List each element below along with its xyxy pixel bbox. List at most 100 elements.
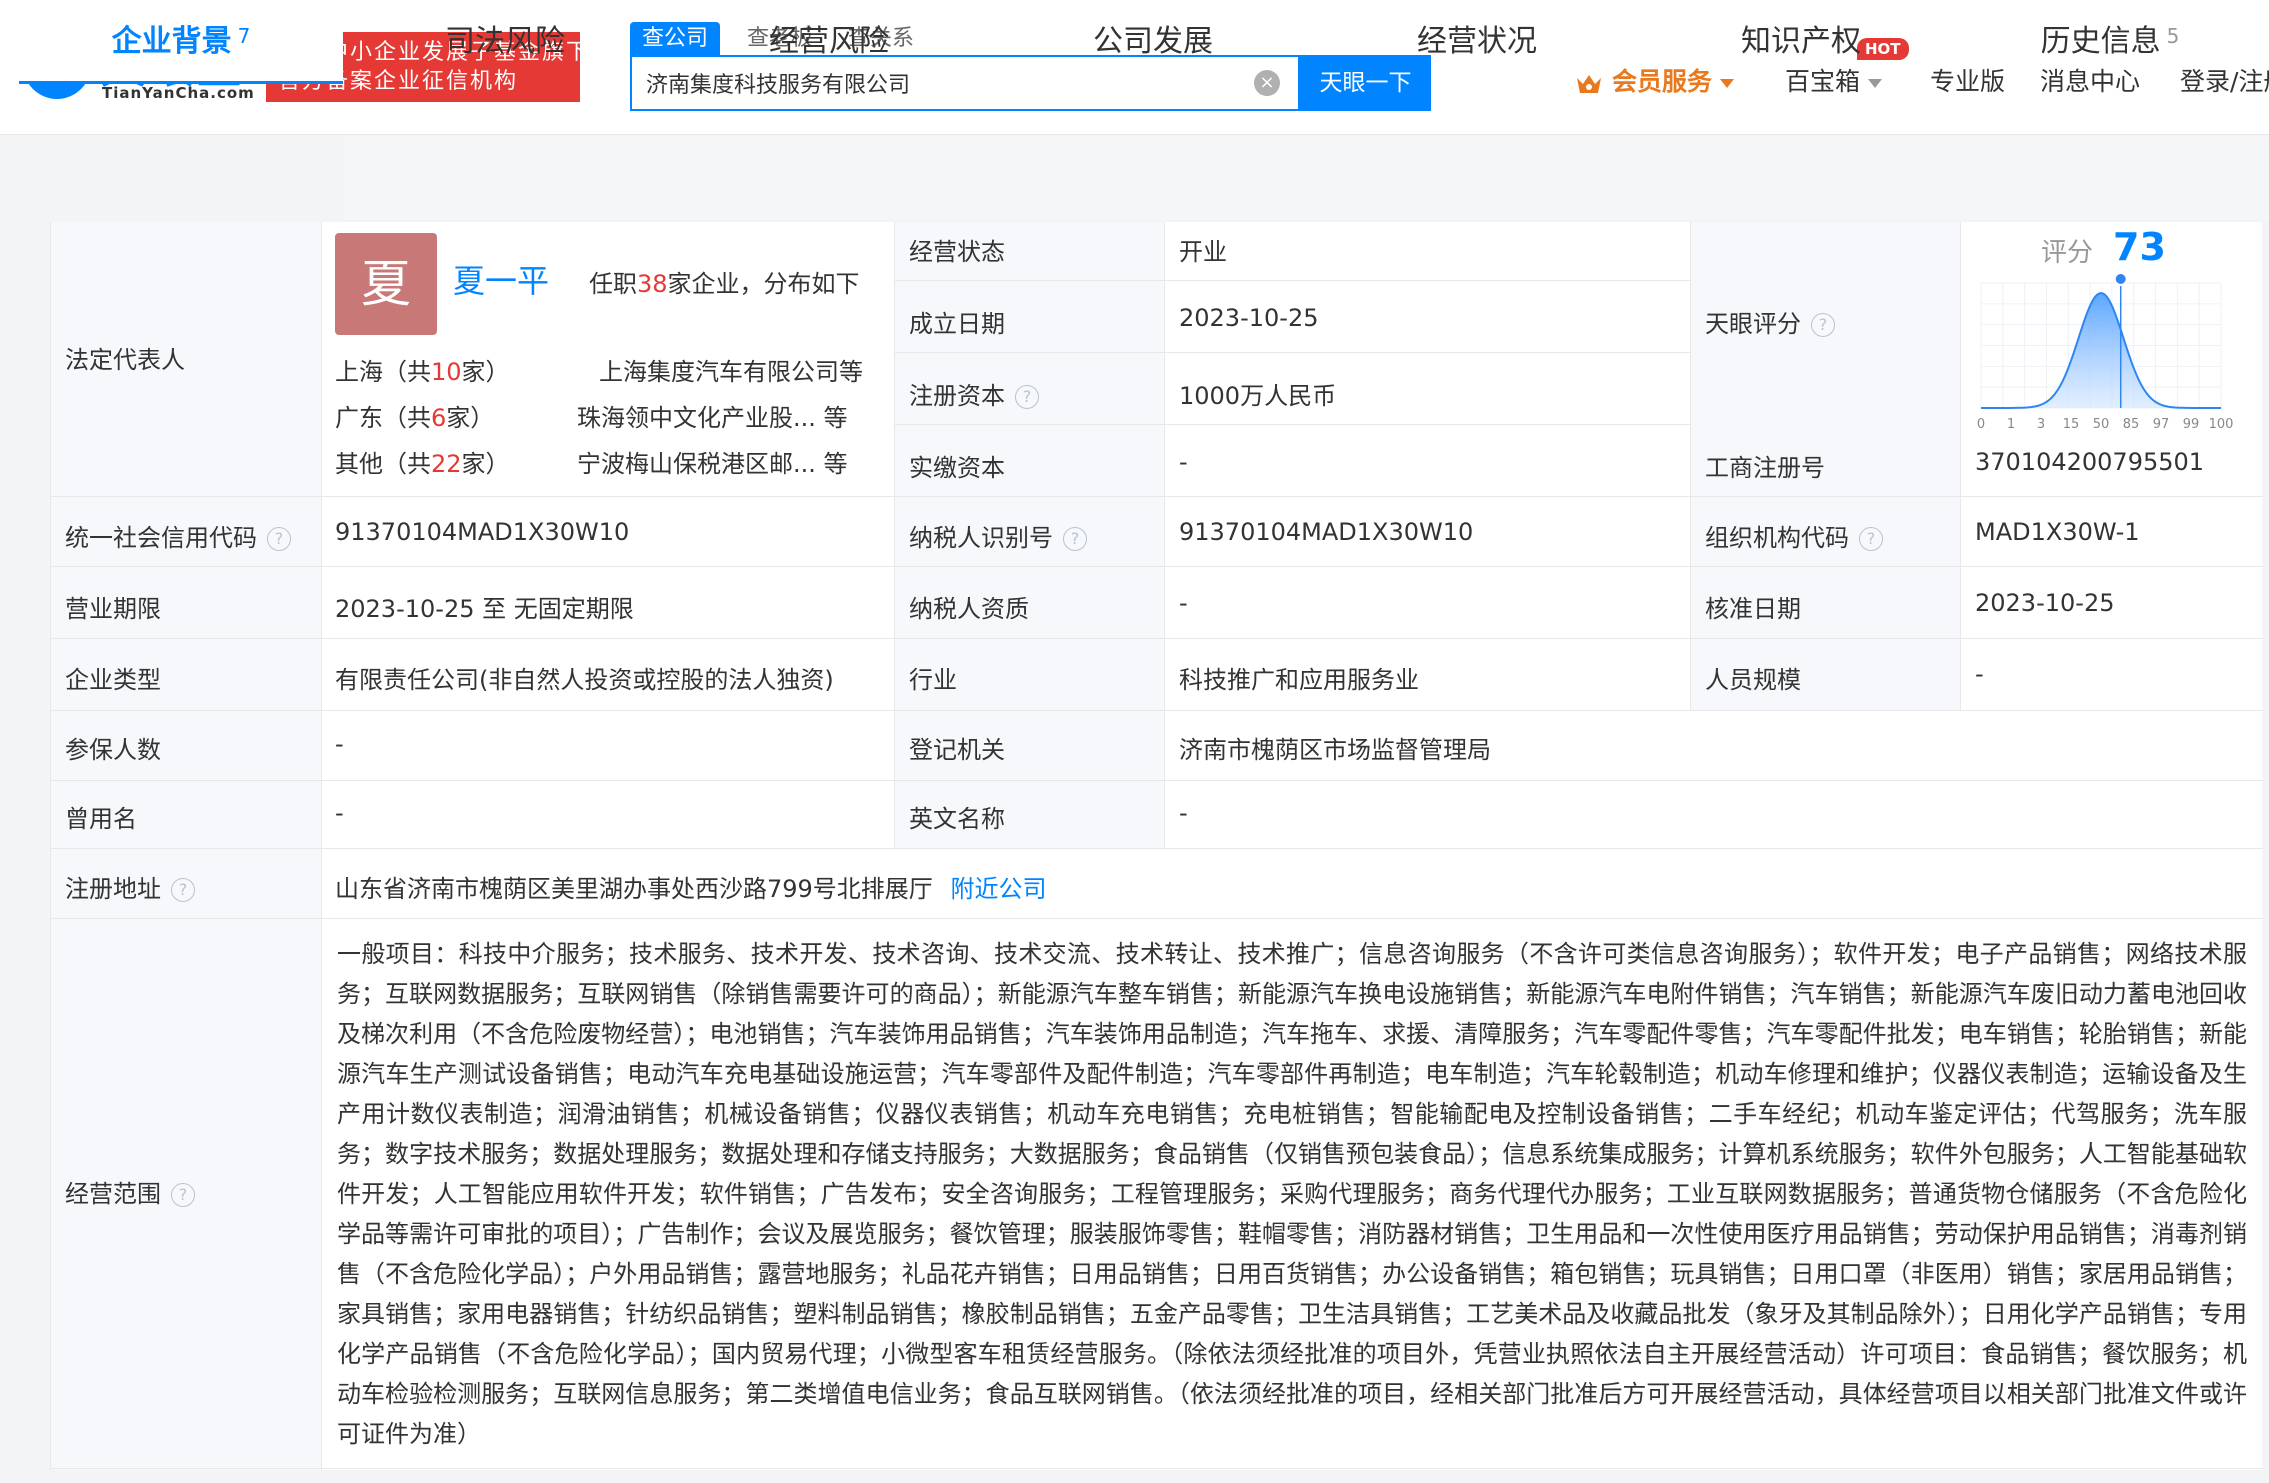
region-shanghai-company[interactable]: 上海集度汽车有限公司等 — [599, 352, 863, 387]
region-other[interactable]: 其他（共22家） — [335, 444, 510, 479]
score-label-text: 天眼评分 — [1705, 310, 1801, 338]
taxpayer-qual-label: 纳税人资质 — [909, 595, 1029, 623]
x-tick-label: 0 — [1977, 417, 1985, 432]
scope-label: 经营范围? — [65, 1174, 195, 1209]
tab-label: 经营风险 — [769, 24, 889, 59]
region-prefix: 上海（共 — [335, 358, 431, 386]
col-divider — [1164, 222, 1165, 848]
help-icon[interactable]: ? — [1015, 385, 1039, 409]
tab-label: 企业背景 — [111, 24, 232, 59]
tab-company-development[interactable]: 公司发展 — [991, 0, 1315, 84]
address-label-text: 注册地址 — [65, 875, 161, 903]
company-info-table: 法定代表人 夏 夏一平 任职38家企业，分布如下 上海（共10家） 上海集度汽车… — [50, 222, 2263, 1470]
help-icon[interactable]: ? — [171, 1183, 195, 1207]
taxid-label-text: 纳税人识别号 — [909, 524, 1053, 552]
authority-value: 济南市槐荫区市场监督管理局 — [1179, 736, 1491, 764]
authority-label: 登记机关 — [909, 736, 1005, 764]
taxpayer-qual-value: - — [1179, 589, 1188, 617]
former-name-label: 曾用名 — [65, 805, 137, 833]
col-divider — [894, 222, 895, 848]
region-guangdong[interactable]: 广东（共6家） — [335, 398, 494, 433]
x-tick-label: 85 — [2123, 417, 2140, 432]
address-label: 注册地址? — [65, 869, 195, 904]
address-text: 山东省济南市槐荫区美里湖办事处西沙路799号北排展厅 — [335, 875, 933, 903]
approve-date-value: 2023-10-25 — [1975, 589, 2115, 617]
region-suffix: 家） — [461, 358, 510, 386]
term-label: 营业期限 — [65, 595, 161, 623]
scope-label-text: 经营范围 — [65, 1180, 161, 1208]
tab-label: 知识产权 — [1741, 24, 1861, 59]
tab-intellectual-property[interactable]: 知识产权 — [1639, 0, 1963, 84]
help-icon[interactable]: ? — [1811, 313, 1835, 337]
row-divider — [894, 424, 1691, 425]
row-divider — [51, 638, 2263, 639]
region-count: 22 — [431, 450, 462, 478]
score-label: 天眼评分? — [1705, 304, 1835, 339]
avatar[interactable]: 夏 — [335, 233, 437, 335]
credit-code-label: 统一社会信用代码? — [65, 518, 291, 553]
insured-value: - — [335, 730, 344, 758]
x-tick-label: 3 — [2037, 417, 2045, 432]
x-tick-label: 15 — [2063, 417, 2080, 432]
industry-label: 行业 — [909, 666, 957, 694]
region-guangdong-company[interactable]: 珠海领中文化产业股... 等 — [577, 398, 848, 433]
score-marker-dot — [2113, 272, 2128, 286]
founded-label: 成立日期 — [909, 310, 1005, 338]
status-value: 开业 — [1179, 238, 1227, 266]
credit-label-text: 统一社会信用代码 — [65, 524, 257, 552]
tab-operating-risk[interactable]: 经营风险 — [667, 0, 991, 84]
org-code-value[interactable]: MAD1X30W-1 — [1975, 518, 2140, 546]
distribution-area — [1981, 293, 2221, 408]
region-other-company[interactable]: 宁波梅山保税港区邮... 等 — [577, 444, 848, 479]
scope-value: 一般项目：科技中介服务；技术服务、技术开发、技术咨询、技术交流、技术转让、技术推… — [337, 940, 2247, 1448]
capital-label-text: 注册资本 — [909, 382, 1005, 410]
org-label-text: 组织机构代码 — [1705, 524, 1849, 552]
help-icon[interactable]: ? — [171, 878, 195, 902]
x-tick-label: 50 — [2093, 417, 2110, 432]
tab-enterprise-background[interactable]: 企业背景 7 — [19, 0, 343, 84]
tab-count: 7 — [237, 24, 251, 48]
status-label: 经营状态 — [909, 238, 1005, 266]
legal-rep-summary: 任职38家企业，分布如下 — [589, 264, 860, 299]
taxpayer-id-value[interactable]: 91370104MAD1X30W10 — [1179, 518, 1473, 546]
score-distribution-chart: 0 1 3 15 50 85 97 99 100 — [1977, 272, 2234, 432]
company-type-label: 企业类型 — [65, 666, 161, 694]
x-tick-label: 97 — [2153, 417, 2170, 432]
legal-rep-name[interactable]: 夏一平 — [453, 256, 549, 302]
tab-count: 5 — [2166, 24, 2180, 48]
founded-value: 2023-10-25 — [1179, 304, 1319, 332]
region-shanghai[interactable]: 上海（共10家） — [335, 352, 510, 387]
approve-date-label: 核准日期 — [1705, 595, 1801, 623]
tab-judicial-risk[interactable]: 司法风险 — [343, 0, 667, 84]
paid-capital-value: - — [1179, 448, 1188, 476]
region-count: 6 — [431, 404, 447, 432]
region-prefix: 广东（共 — [335, 404, 431, 432]
tab-label: 司法风险 — [445, 24, 565, 59]
help-icon[interactable]: ? — [1859, 527, 1883, 551]
label-column-bg — [51, 222, 321, 1470]
region-prefix: 其他（共 — [335, 450, 431, 478]
row-divider — [51, 710, 2263, 711]
term-value: 2023-10-25 至 无固定期限 — [335, 595, 634, 623]
row-divider — [51, 496, 2263, 497]
tab-operating-status[interactable]: 经营状况 — [1315, 0, 1639, 84]
x-tick-label: 99 — [2183, 417, 2200, 432]
help-icon[interactable]: ? — [267, 527, 291, 551]
help-icon[interactable]: ? — [1063, 527, 1087, 551]
score-title: 评分 — [2041, 238, 2094, 268]
insured-label: 参保人数 — [65, 736, 161, 764]
taxpayer-id-label: 纳税人识别号? — [909, 518, 1087, 553]
nearby-companies-link[interactable]: 附近公司 — [950, 875, 1046, 903]
row-divider — [894, 352, 1691, 353]
tab-label: 历史信息 — [2040, 24, 2161, 59]
row-divider — [51, 780, 2263, 781]
credit-code-value[interactable]: 91370104MAD1X30W10 — [335, 518, 629, 546]
address-value: 山东省济南市槐荫区美里湖办事处西沙路799号北排展厅 附近公司 — [335, 869, 1046, 904]
staff-size-label: 人员规模 — [1705, 666, 1801, 694]
row-divider — [51, 918, 2263, 919]
row-divider — [51, 848, 2263, 849]
legal-rep-label: 法定代表人 — [65, 346, 185, 374]
summary-prefix: 任职 — [589, 270, 637, 298]
x-tick-label: 100 — [2209, 417, 2234, 432]
tab-history[interactable]: 历史信息 5 — [1948, 0, 2269, 84]
